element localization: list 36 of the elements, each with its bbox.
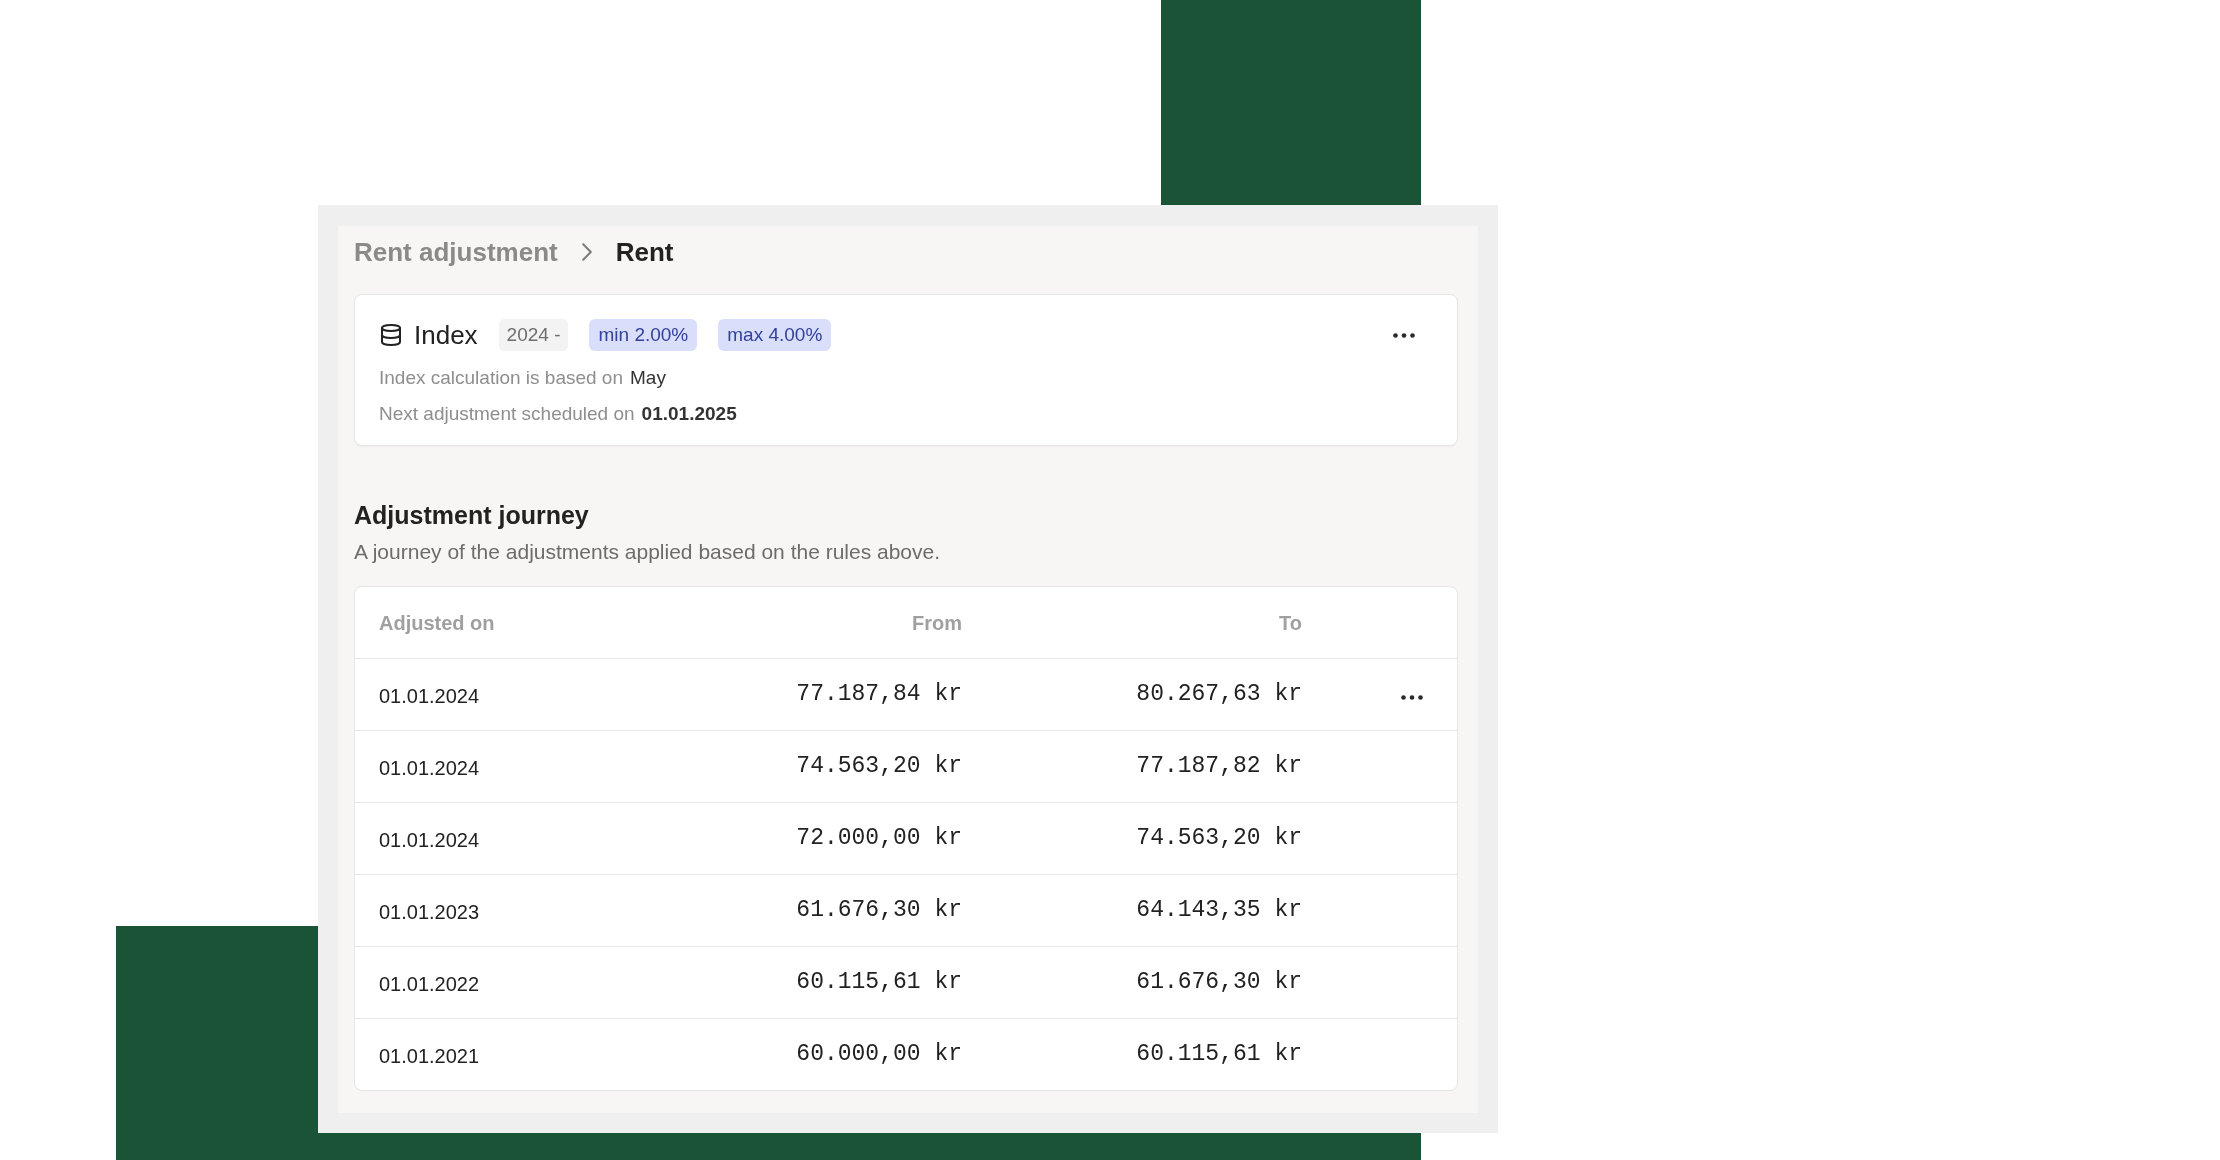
table-cell-text: 61.676,30 kr bbox=[1136, 968, 1302, 998]
column-header: From bbox=[912, 610, 962, 636]
more-icon bbox=[1393, 332, 1415, 338]
index-title: Index bbox=[414, 318, 478, 352]
table-cell-text: 61.676,30 kr bbox=[796, 896, 962, 926]
column-header: Adjusted on bbox=[379, 610, 495, 636]
table-cell-text: 74.563,20 kr bbox=[1136, 824, 1302, 854]
detail-label: Next adjustment scheduled on bbox=[379, 401, 635, 426]
table-cell-text: 64.143,35 kr bbox=[1136, 896, 1302, 926]
table-cell-text: 77.187,82 kr bbox=[1136, 752, 1302, 782]
detail-label: Index calculation is based on bbox=[379, 365, 623, 390]
table-cell-text: 01.01.2024 bbox=[379, 684, 480, 709]
detail-value: May bbox=[630, 365, 666, 390]
table-cell-text: 60.115,61 kr bbox=[796, 968, 962, 998]
more-icon bbox=[1401, 694, 1423, 700]
period-tag: 2024 - bbox=[498, 319, 569, 351]
table-cell-text: 60.115,61 kr bbox=[1136, 1040, 1302, 1070]
table-cell-text: 01.01.2021 bbox=[379, 1044, 480, 1069]
column-header: To bbox=[1279, 610, 1302, 636]
table-cell-text: 60.000,00 kr bbox=[796, 1040, 962, 1070]
table-cell-text: 01.01.2024 bbox=[379, 828, 480, 853]
table-cell-text: 74.563,20 kr bbox=[796, 752, 962, 782]
table-cell-text: 01.01.2023 bbox=[379, 900, 480, 925]
limit-tag: max 4.00% bbox=[718, 319, 832, 351]
table-cell-text: 72.000,00 kr bbox=[796, 824, 962, 854]
limit-tag: min 2.00% bbox=[589, 319, 698, 351]
detail-value: 01.01.2025 bbox=[641, 401, 737, 426]
chevron-right-icon bbox=[581, 243, 592, 261]
table-cell-text: 01.01.2024 bbox=[379, 756, 480, 781]
breadcrumb-link[interactable]: Rent bbox=[615, 232, 674, 272]
table-cell-text: 77.187,84 kr bbox=[796, 680, 962, 710]
section-description: A journey of the adjustments applied based on the rules above. bbox=[354, 539, 941, 565]
database-icon bbox=[379, 323, 403, 347]
table-cell-text: 80.267,63 kr bbox=[1136, 680, 1302, 710]
table-cell-text: 01.01.2022 bbox=[379, 972, 480, 997]
section-title: Adjustment journey bbox=[354, 500, 589, 531]
